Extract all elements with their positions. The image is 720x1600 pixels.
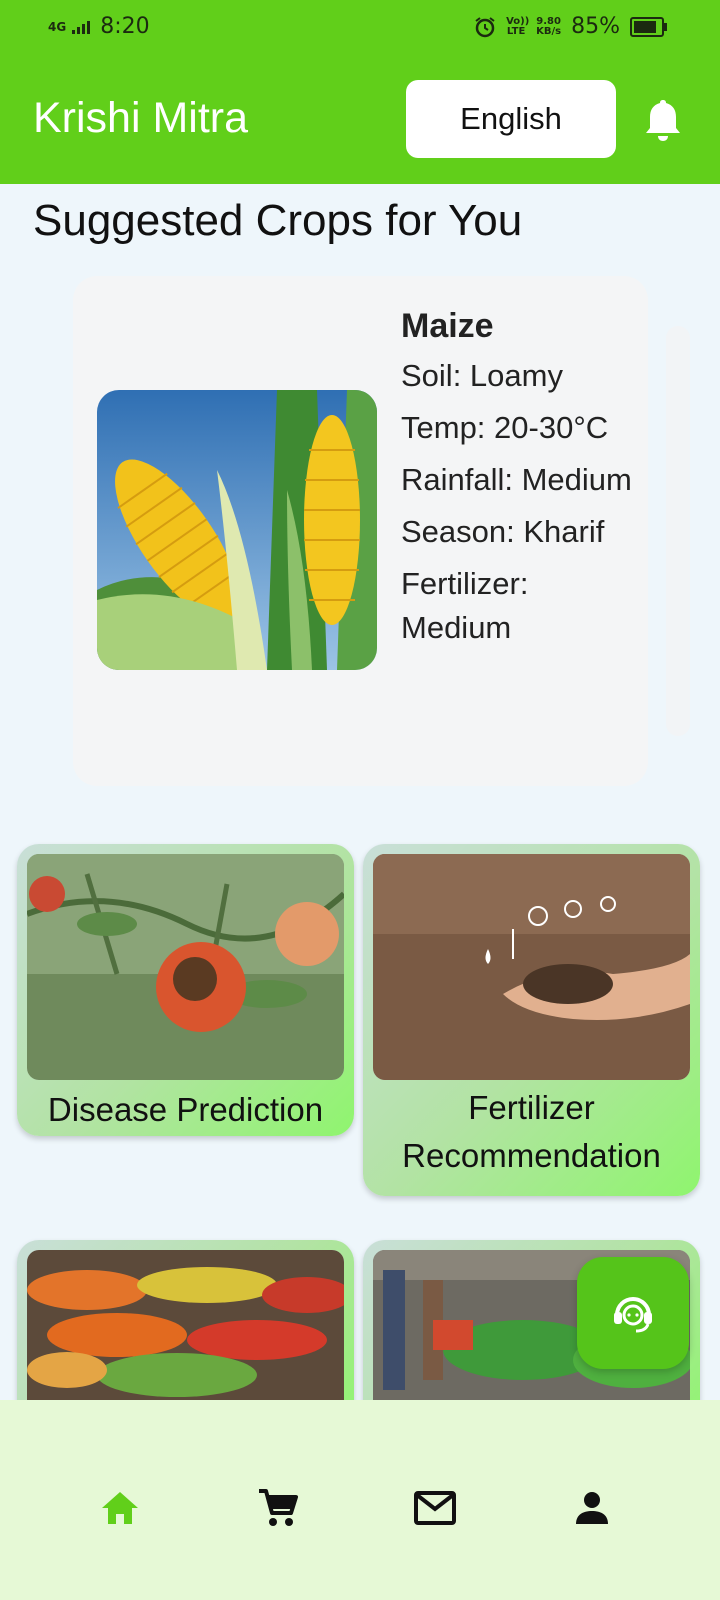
battery-icon — [630, 16, 667, 37]
signal-icon — [72, 20, 91, 34]
support-button[interactable] — [577, 1257, 689, 1369]
data-speed: 9.80 KB/s — [536, 15, 562, 37]
mail-icon — [414, 1491, 456, 1525]
clock: 8:20 — [100, 14, 150, 39]
volte-label: Vo)) LTE — [506, 15, 530, 37]
crop-card[interactable]: Maize Soil: Loamy Temp: 20-30°C Rainfall… — [73, 276, 648, 786]
soil-hand-image — [373, 854, 690, 1080]
app-header: Krishi Mitra English — [0, 58, 720, 184]
nav-cart[interactable] — [254, 1484, 302, 1532]
bottom-navigation — [0, 1400, 720, 1600]
diseased-tomato-image — [27, 854, 344, 1080]
profile-icon — [576, 1492, 608, 1524]
crop-name: Maize — [401, 307, 494, 345]
disease-prediction-label: Disease Prediction — [47, 1091, 324, 1128]
next-crop-card-edge[interactable] — [666, 326, 690, 736]
crop-rainfall: Rainfall: Medium — [401, 462, 632, 497]
crop-info: Maize Soil: Loamy Temp: 20-30°C Rainfall… — [401, 304, 641, 658]
app-title: Krishi Mitra — [33, 94, 249, 142]
alarm-icon — [475, 16, 495, 37]
nav-mail[interactable] — [411, 1484, 459, 1532]
crop-fertilizer: Fertilizer: Medium — [401, 566, 529, 645]
crop-season: Season: Kharif — [401, 514, 605, 549]
support-agent-icon — [614, 1297, 652, 1333]
cart-icon — [259, 1489, 298, 1526]
disease-prediction-tile[interactable]: Disease Prediction — [17, 844, 354, 1136]
crop-temp: Temp: 20-30°C — [401, 410, 609, 445]
battery-percent: 85% — [571, 14, 620, 39]
nav-home[interactable] — [96, 1484, 144, 1532]
status-bar: 4G 8:20 Vo)) LTE 9.80 KB/s 85% — [0, 0, 720, 58]
bell-icon[interactable] — [643, 98, 683, 142]
fertilizer-recommendation-label: Fertilizer Recommendation — [402, 1089, 661, 1174]
network-type: 4G — [48, 19, 67, 34]
nav-profile[interactable] — [568, 1484, 616, 1532]
maize-image — [97, 390, 377, 670]
home-icon — [102, 1492, 138, 1524]
section-title: Suggested Crops for You — [33, 196, 523, 245]
fertilizer-recommendation-tile[interactable]: Fertilizer Recommendation — [363, 844, 700, 1196]
language-button[interactable]: English — [406, 80, 616, 158]
crop-soil: Soil: Loamy — [401, 358, 563, 393]
